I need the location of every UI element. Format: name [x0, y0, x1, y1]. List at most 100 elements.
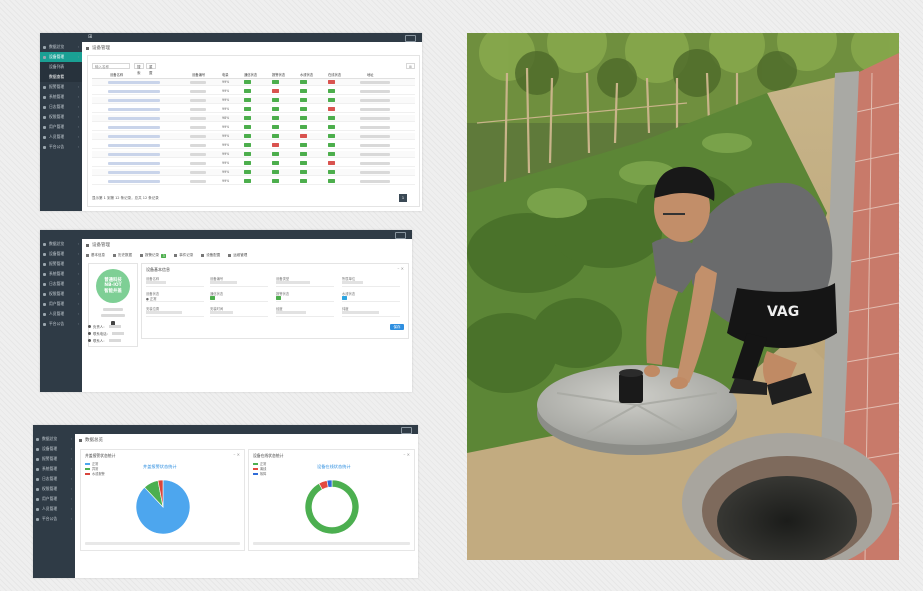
table-row[interactable]: 99% — [92, 79, 415, 86]
top-bar: ⊞ — [40, 33, 422, 42]
sidebar-item[interactable]: 人员管理 ‹ — [33, 504, 75, 514]
table-row[interactable]: 99% — [92, 178, 415, 185]
column-header[interactable]: 通信状态 — [244, 72, 257, 78]
field-value[interactable] — [210, 311, 268, 317]
sidebar-item[interactable]: 平台公告 ‹ — [33, 514, 75, 524]
status-badge — [328, 80, 335, 84]
sidebar-item[interactable]: 报警管理 ‹ — [40, 82, 82, 92]
column-header[interactable]: 报警状态 — [272, 72, 285, 78]
info-panel-tools[interactable]: – ✕ — [397, 266, 404, 271]
sidebar-item[interactable]: 权限管理 ‹ — [40, 112, 82, 122]
search-button[interactable]: 搜索 — [134, 63, 144, 75]
sidebar-item[interactable]: 设备列表 — [40, 62, 82, 72]
menu-toggle-icon[interactable] — [405, 35, 416, 42]
sidebar-item[interactable]: 人员管理 ‹ — [40, 309, 82, 319]
chart-legend: 正常 异常 水浸报警 — [85, 462, 105, 477]
menu-toggle-icon[interactable] — [401, 427, 412, 434]
shirt-text: VAG — [767, 304, 799, 320]
field-value[interactable] — [342, 311, 400, 317]
sidebar-item[interactable]: 设备管理 ‹ — [40, 52, 82, 62]
field-value[interactable] — [146, 311, 204, 317]
sidebar-item[interactable]: 用户管理 ‹ — [40, 122, 82, 132]
card-title: 井盖报警状态统计 — [85, 453, 116, 458]
chart-scrollbar[interactable] — [253, 542, 410, 545]
sidebar-item[interactable]: 数据查看 — [40, 72, 82, 82]
card-tools[interactable]: – ✕ — [233, 452, 240, 457]
field-value[interactable] — [210, 296, 268, 302]
sidebar-item[interactable]: 日志管理 ‹ — [40, 279, 82, 289]
save-button[interactable]: 保存 — [390, 324, 404, 330]
field-value[interactable] — [146, 281, 204, 287]
sidebar-item[interactable]: 权限管理 ‹ — [40, 289, 82, 299]
table-row[interactable]: 99% — [92, 160, 415, 167]
column-header[interactable]: 设备名称 — [110, 72, 123, 78]
sidebar-item[interactable]: 平台公告 ‹ — [40, 142, 82, 152]
table-row[interactable]: 98% — [92, 115, 415, 122]
table-row[interactable]: 99% — [92, 106, 415, 113]
reset-button[interactable]: 重置 — [146, 63, 156, 75]
menu-toggle-icon[interactable] — [395, 232, 406, 239]
sidebar-item[interactable]: 用户管理 ‹ — [40, 299, 82, 309]
table-row[interactable]: 99% — [92, 88, 415, 95]
table-row[interactable]: 99% — [92, 142, 415, 149]
sidebar-item[interactable]: 设备管理 ‹ — [33, 444, 75, 454]
sidebar-item[interactable]: 用户管理 ‹ — [33, 494, 75, 504]
field-value[interactable] — [342, 281, 400, 287]
status-badge — [300, 179, 307, 183]
chart-scrollbar[interactable] — [85, 542, 240, 545]
sidebar-item[interactable]: 平台公告 ‹ — [40, 319, 82, 329]
sidebar-item[interactable]: 设备管理 ‹ — [40, 249, 82, 259]
chart-title: 井盖报警状态统计 — [143, 464, 177, 469]
status-badge — [244, 134, 251, 138]
pie-slice[interactable] — [304, 479, 360, 535]
sidebar-item[interactable]: 数据总览 ‹ — [40, 239, 82, 249]
detail-tab[interactable]: 历史数据 — [113, 253, 132, 258]
page-button[interactable]: 1 — [399, 194, 407, 202]
table-row[interactable]: 99% — [92, 169, 415, 176]
legend-item[interactable]: 故障 — [253, 472, 266, 477]
sidebar-item[interactable]: 系统管理 ‹ — [33, 464, 75, 474]
sidebar-item[interactable]: 人员管理 ‹ — [40, 132, 82, 142]
field-value[interactable] — [276, 311, 334, 317]
contact-row: 联系人： — [88, 337, 136, 344]
tab-count-badge: 3 — [161, 253, 167, 258]
search-input[interactable]: 输入名称 — [92, 63, 130, 69]
column-header[interactable]: 设备编号 — [192, 72, 205, 78]
chevron-icon: ‹ — [77, 135, 79, 139]
sidebar-item[interactable]: 日志管理 ‹ — [40, 102, 82, 112]
sidebar-item[interactable]: 权限管理 ‹ — [33, 484, 75, 494]
detail-tab[interactable]: 事件记录 — [174, 253, 193, 258]
field-value[interactable] — [276, 281, 334, 287]
column-header[interactable]: 地址 — [367, 72, 374, 78]
detail-tab[interactable]: 基本信息 — [86, 253, 105, 258]
table-row[interactable]: 99% — [92, 97, 415, 104]
sidebar-item[interactable]: 报警管理 ‹ — [40, 259, 82, 269]
status-badge — [272, 80, 279, 84]
status-badge — [328, 179, 335, 183]
detail-tab[interactable]: 报警记录 3 — [140, 253, 167, 258]
sidebar-item[interactable]: 数据总览 ‹ — [33, 434, 75, 444]
field-value[interactable]: ● 正常 — [146, 296, 204, 302]
field-value[interactable] — [210, 281, 268, 287]
column-header[interactable]: 电量 — [222, 72, 229, 78]
sidebar-item[interactable]: 系统管理 ‹ — [40, 269, 82, 279]
card-tools[interactable]: – ✕ — [403, 452, 410, 457]
legend-item[interactable]: 水浸报警 — [85, 472, 105, 477]
table-row[interactable]: 99% — [92, 133, 415, 140]
card-title: 设备在线状态统计 — [253, 453, 284, 458]
sidebar-item[interactable]: 数据总览 ‹ — [40, 42, 82, 52]
columns-toggle-button[interactable]: ⊞ — [406, 63, 415, 69]
sidebar: 数据总览 ‹ 设备管理 ‹ 设备列表 数据查看 报警管理 ‹ 系统管理 ‹ 日志管理 ‹ 权限管理 ‹ 用户… — [40, 42, 82, 211]
field-value[interactable] — [276, 296, 334, 302]
sidebar-item[interactable]: 报警管理 ‹ — [33, 454, 75, 464]
table-row[interactable]: 99% — [92, 151, 415, 158]
column-header[interactable]: 在线状态 — [328, 72, 341, 78]
field-value[interactable] — [342, 296, 400, 302]
sidebar-item[interactable]: 日志管理 ‹ — [33, 474, 75, 484]
detail-tab[interactable]: 运维管理 — [228, 253, 247, 258]
sidebar-item[interactable]: 系统管理 ‹ — [40, 92, 82, 102]
column-header[interactable]: 水浸状态 — [300, 72, 313, 78]
status-badge — [328, 134, 335, 138]
table-row[interactable]: 99% — [92, 124, 415, 131]
detail-tab[interactable]: 设备配置 — [201, 253, 220, 258]
